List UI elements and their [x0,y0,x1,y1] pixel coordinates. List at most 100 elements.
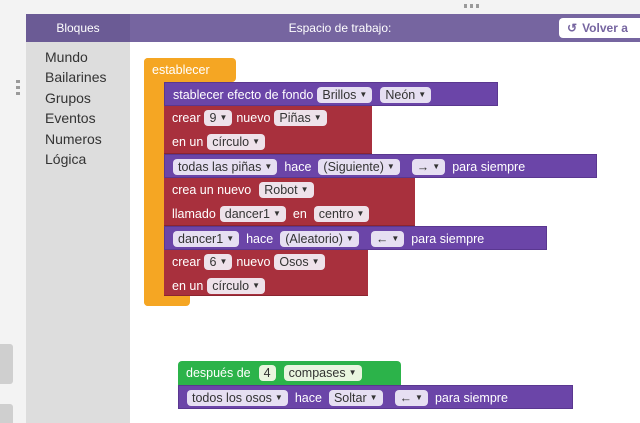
toolbox-header: Bloques [26,14,130,42]
chevron-down-icon: ▼ [300,185,309,194]
create1-count-dropdown[interactable]: 9 ▼ [204,110,233,126]
chevron-down-icon: ▼ [432,162,441,171]
dancer1-hace: hace [246,232,274,246]
all1-target-dropdown[interactable]: todas las piñas ▼ [173,159,278,175]
newdancer-en: en [292,207,307,221]
newdancer-llamado: llamado [172,207,216,221]
newdancer-pos: centro [318,207,354,221]
after-count: 4 [263,366,271,380]
chevron-down-icon: ▼ [219,113,228,122]
bg-effect-value-1: Brillos [322,88,357,102]
back-button[interactable]: ↺ Volver a [559,18,640,38]
create-group-block-2[interactable]: crear 6 ▼ nuevo Osos ▼ en un círculo ▼ [164,250,368,296]
all2-forever: para siempre [434,391,508,405]
dancer1-move: (Aleatorio) [285,232,343,246]
dancer1-block[interactable]: dancer1 ▼ hace (Aleatorio) ▼ ← ▼ para siemp… [164,226,547,250]
chevron-down-icon: ▼ [311,257,320,266]
create2-kind-dropdown[interactable]: Osos ▼ [274,254,325,270]
create2-nuevo: nuevo [236,255,271,269]
create-group-block-1[interactable]: crear 9 ▼ nuevo Piñas ▼ en un círculo ▼ [164,106,372,154]
all1-dir: → [416,160,430,174]
chevron-down-icon: ▼ [418,90,427,99]
setup-hat-label-bar[interactable]: establecer [144,58,236,82]
top-strip [26,0,640,14]
bg-effect-value-2: Neón [385,88,416,102]
back-button-label: Volver a [582,21,628,35]
newdancer-kind-dropdown[interactable]: Robot ▼ [259,182,314,198]
chevron-down-icon: ▼ [369,393,378,402]
all1-move: (Siguiente) [323,160,384,174]
all2-move-dropdown[interactable]: Soltar ▼ [328,390,383,406]
dancer1-move-dropdown[interactable]: (Aleatorio) ▼ [280,231,359,247]
after-count-field[interactable]: 4 [258,365,276,381]
chevron-down-icon: ▼ [386,162,395,171]
chevron-down-icon: ▼ [252,281,261,290]
newdancer-name-dropdown[interactable]: dancer1 ▼ [219,206,286,222]
create2-count: 6 [209,255,217,269]
left-strip [0,0,26,423]
setup-hat-block[interactable] [144,58,164,306]
chevron-down-icon: ▼ [264,162,273,171]
all2-target-dropdown[interactable]: todos los osos ▼ [187,390,288,406]
dancer1-dir: ← [375,232,389,246]
create2-count-dropdown[interactable]: 6 ▼ [204,254,233,270]
side-tab-button-2[interactable] [0,404,13,423]
create1-nuevo: nuevo [236,111,271,125]
create1-kind: Piñas [279,111,311,125]
create2-shape-dropdown[interactable]: círculo ▼ [207,278,266,294]
after-unit-dropdown[interactable]: compases ▼ [283,365,362,381]
after-label: después de [186,366,251,380]
category-bailarines[interactable]: Bailarines [45,69,106,85]
chevron-down-icon: ▼ [226,234,235,243]
chevron-down-icon: ▼ [415,393,423,402]
all2-dir: ← [399,391,413,405]
all1-move-dropdown[interactable]: (Siguiente) ▼ [318,159,400,175]
chevron-down-icon: ▼ [345,234,354,243]
category-grupos[interactable]: Grupos [45,90,91,106]
newdancer-name: dancer1 [224,207,270,221]
dancer1-dir-dropdown[interactable]: ← ▼ [370,231,405,247]
drag-handle-dots[interactable] [16,80,20,98]
all1-dir-dropdown[interactable]: → ▼ [411,159,446,175]
all-osos-block[interactable]: todos los osos ▼ hace Soltar ▼ ← ▼ para sie… [178,385,573,409]
all2-target: todos los osos [192,391,272,405]
dancer1-target-dropdown[interactable]: dancer1 ▼ [173,231,240,247]
newdancer-pos-dropdown[interactable]: centro ▼ [313,206,370,222]
create2-shape: círculo [212,279,250,293]
create1-shape: círculo [212,135,250,149]
resize-handle-dots[interactable] [464,4,482,8]
create2-enun: en un [172,279,204,293]
newdancer-label: crea un nuevo [172,183,252,197]
bg-effect-block[interactable]: stablecer efecto de fondo Brillos ▼ Neón ▼ [164,82,498,106]
chevron-down-icon: ▼ [219,257,228,266]
create2-label: crear [172,255,201,269]
create1-enun: en un [172,135,204,149]
bg-effect-dropdown-1[interactable]: Brillos ▼ [317,87,373,103]
create1-shape-dropdown[interactable]: círculo ▼ [207,134,266,150]
bg-effect-dropdown-2[interactable]: Neón ▼ [380,87,432,103]
chevron-down-icon: ▼ [348,368,357,377]
all-pinas-block[interactable]: todas las piñas ▼ hace (Siguiente) ▼ → ▼ pa… [164,154,597,178]
new-dancer-block[interactable]: crea un nuevo Robot ▼ llamado dancer1 ▼ en… [164,178,415,226]
chevron-down-icon: ▼ [356,209,365,218]
chevron-down-icon: ▼ [313,113,322,122]
header-bar: Bloques Espacio de trabajo: ↺ Volver a [26,14,640,42]
category-eventos[interactable]: Eventos [45,110,96,126]
side-tab-button[interactable] [0,344,13,384]
chevron-down-icon: ▼ [359,90,368,99]
category-mundo[interactable]: Mundo [45,49,88,65]
create1-count: 9 [209,111,217,125]
chevron-down-icon: ▼ [272,209,281,218]
workspace-header: Espacio de trabajo: [288,21,392,35]
all1-forever: para siempre [452,160,526,174]
category-logica[interactable]: Lógica [45,151,86,167]
chevron-down-icon: ▼ [274,393,283,402]
dancer1-forever: para siempre [411,232,485,246]
create1-kind-dropdown[interactable]: Piñas ▼ [274,110,327,126]
all1-hace: hace [284,160,312,174]
category-numeros[interactable]: Numeros [45,131,102,147]
after-measures-block[interactable]: después de 4 compases ▼ [178,361,401,385]
after-unit: compases [288,366,346,380]
all2-dir-dropdown[interactable]: ← ▼ [394,390,428,406]
toolbox: Mundo Bailarines Grupos Eventos Numeros … [26,42,130,423]
